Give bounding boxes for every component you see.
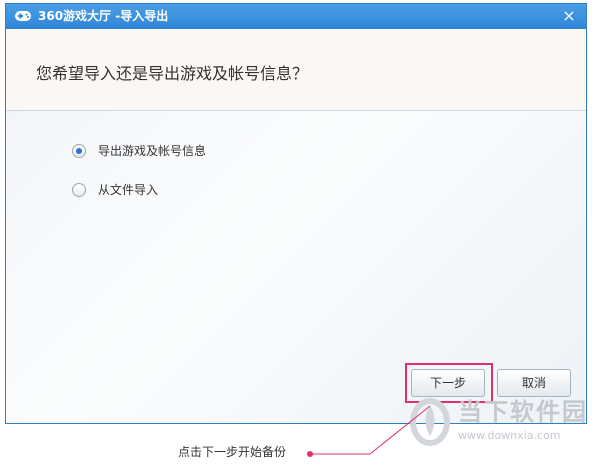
window-title: 360游戏大厅 -导入导出 (38, 9, 169, 23)
import-radio[interactable] (72, 183, 86, 197)
question-header: 您希望导入还是导出游戏及帐号信息？ (6, 29, 586, 111)
export-label[interactable]: 导出游戏及帐号信息 (98, 144, 206, 158)
import-label[interactable]: 从文件导入 (98, 183, 158, 197)
annotation-text: 点击下一步开始备份 (178, 445, 287, 459)
title-bar[interactable]: 360游戏大厅 -导入导出 × (6, 4, 586, 29)
dialog-window: 360游戏大厅 -导入导出 × 您希望导入还是导出游戏及帐号信息？ 导出游戏及帐… (5, 3, 587, 424)
annotation-dot-icon (307, 451, 313, 457)
radio-selected-dot (76, 148, 82, 154)
watermark-logo-icon (410, 398, 450, 446)
watermark-name: 当下软件园 (458, 398, 588, 426)
watermark-url: www.downxia.com (458, 429, 561, 442)
question-text: 您希望导入还是导出游戏及帐号信息？ (36, 64, 309, 83)
export-radio[interactable] (72, 144, 86, 158)
gamepad-icon (15, 11, 31, 21)
options-panel: 导出游戏及帐号信息 从文件导入 下一步 取消 (6, 111, 586, 423)
cancel-button[interactable]: 取消 (497, 369, 571, 397)
close-button[interactable]: × (560, 7, 578, 25)
next-button[interactable]: 下一步 (411, 369, 485, 397)
